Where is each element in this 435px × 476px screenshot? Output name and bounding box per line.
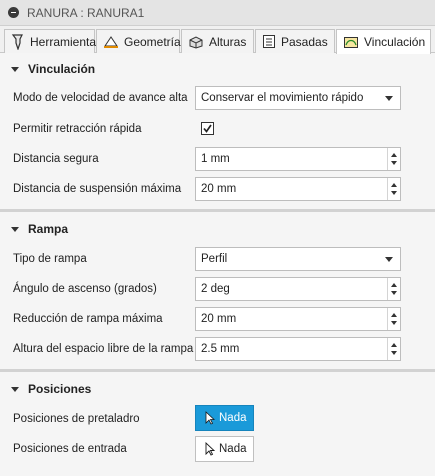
- spinner[interactable]: [387, 148, 400, 170]
- ramp-type-label: Tipo de rampa: [13, 253, 87, 265]
- section-title: Rampa: [28, 222, 69, 236]
- tab-herramienta[interactable]: Herramienta: [4, 29, 97, 53]
- safe-distance-label: Distancia segura: [13, 153, 99, 165]
- chevron-down-icon: [385, 256, 393, 262]
- arrow-down-icon[interactable]: [391, 351, 397, 355]
- safe-distance-input[interactable]: 1 mm: [195, 147, 401, 171]
- dialog-titlebar[interactable]: RANURA : RANURA1: [0, 0, 435, 26]
- cursor-arrow-icon: [205, 411, 216, 425]
- fast-retract-checkbox[interactable]: [201, 122, 214, 135]
- passes-icon: [263, 35, 275, 48]
- ramp-clearance-value: 2.5 mm: [201, 343, 240, 355]
- max-ramp-stepdown-value: 20 mm: [201, 313, 237, 325]
- tab-vinculacion[interactable]: Vinculación: [336, 29, 431, 54]
- button-label: Nada: [219, 412, 247, 424]
- section-title: Posiciones: [28, 382, 92, 396]
- geometry-icon: [104, 35, 118, 48]
- arrow-up-icon[interactable]: [391, 183, 397, 187]
- checkmark-icon: [203, 124, 212, 133]
- max-stay-down-label: Distancia de suspensión máxima: [13, 183, 182, 195]
- collapse-triangle-icon[interactable]: [11, 66, 19, 72]
- arrow-up-icon[interactable]: [391, 283, 397, 287]
- tab-pasadas[interactable]: Pasadas: [255, 29, 335, 53]
- arrow-up-icon[interactable]: [391, 343, 397, 347]
- collapse-icon[interactable]: [8, 7, 19, 18]
- arrow-down-icon[interactable]: [391, 161, 397, 165]
- feed-mode-value: Conservar el movimiento rápido: [201, 92, 364, 104]
- feed-mode-label: Modo de velocidad de avance alta: [13, 92, 188, 104]
- heights-icon: [189, 35, 203, 49]
- tab-geometria[interactable]: Geometría: [96, 29, 181, 53]
- cursor-arrow-icon: [205, 442, 216, 456]
- dialog-title: RANURA : RANURA1: [27, 5, 145, 20]
- tab-label: Pasadas: [281, 34, 328, 49]
- fast-retract-label: Permitir retracción rápida: [13, 123, 142, 135]
- tab-label: Alturas: [209, 34, 247, 49]
- section-divider: [0, 209, 435, 212]
- tab-label: Geometría: [124, 34, 181, 49]
- tab-label: Vinculación: [364, 35, 426, 49]
- tab-alturas[interactable]: Alturas: [181, 29, 254, 53]
- feed-mode-select[interactable]: Conservar el movimiento rápido: [195, 86, 401, 110]
- chevron-down-icon: [385, 95, 393, 101]
- predrill-positions-select-button[interactable]: Nada: [195, 405, 254, 431]
- ramp-type-select[interactable]: Perfil: [195, 247, 401, 271]
- entry-positions-label: Posiciones de entrada: [13, 443, 127, 455]
- section-rampa-header[interactable]: Rampa: [0, 218, 435, 240]
- section-posiciones-header[interactable]: Posiciones: [0, 378, 435, 400]
- ramp-angle-input[interactable]: 2 deg: [195, 277, 401, 301]
- max-stay-down-input[interactable]: 20 mm: [195, 177, 401, 201]
- ramp-clearance-label: Altura del espacio libre de la rampa: [13, 343, 194, 355]
- section-title: Vinculación: [28, 62, 96, 76]
- max-ramp-stepdown-label: Reducción de rampa máxima: [13, 313, 163, 325]
- collapse-triangle-icon[interactable]: [11, 386, 19, 392]
- ramp-angle-label: Ángulo de ascenso (grados): [13, 283, 157, 295]
- spinner[interactable]: [387, 178, 400, 200]
- spinner[interactable]: [387, 308, 400, 330]
- section-vinculacion-header[interactable]: Vinculación: [0, 58, 435, 80]
- spinner[interactable]: [387, 278, 400, 300]
- entry-positions-select-button[interactable]: Nada: [195, 436, 254, 462]
- max-stay-down-value: 20 mm: [201, 183, 237, 195]
- predrill-positions-label: Posiciones de pretaladro: [13, 413, 140, 425]
- arrow-up-icon[interactable]: [391, 153, 397, 157]
- tab-bar: Herramienta Geometría Alturas Pasadas Vi…: [0, 26, 435, 54]
- ramp-clearance-input[interactable]: 2.5 mm: [195, 337, 401, 361]
- linking-icon: [344, 37, 358, 48]
- section-divider: [0, 369, 435, 372]
- arrow-up-icon[interactable]: [391, 313, 397, 317]
- spinner[interactable]: [387, 338, 400, 360]
- button-label: Nada: [219, 443, 247, 455]
- ramp-angle-value: 2 deg: [201, 283, 230, 295]
- arrow-down-icon[interactable]: [391, 291, 397, 295]
- tab-label: Herramienta: [30, 34, 97, 49]
- arrow-down-icon[interactable]: [391, 321, 397, 325]
- collapse-triangle-icon[interactable]: [11, 226, 19, 232]
- safe-distance-value: 1 mm: [201, 153, 230, 165]
- ramp-type-value: Perfil: [201, 253, 228, 265]
- max-ramp-stepdown-input[interactable]: 20 mm: [195, 307, 401, 331]
- tool-icon: [11, 33, 23, 50]
- arrow-down-icon[interactable]: [391, 191, 397, 195]
